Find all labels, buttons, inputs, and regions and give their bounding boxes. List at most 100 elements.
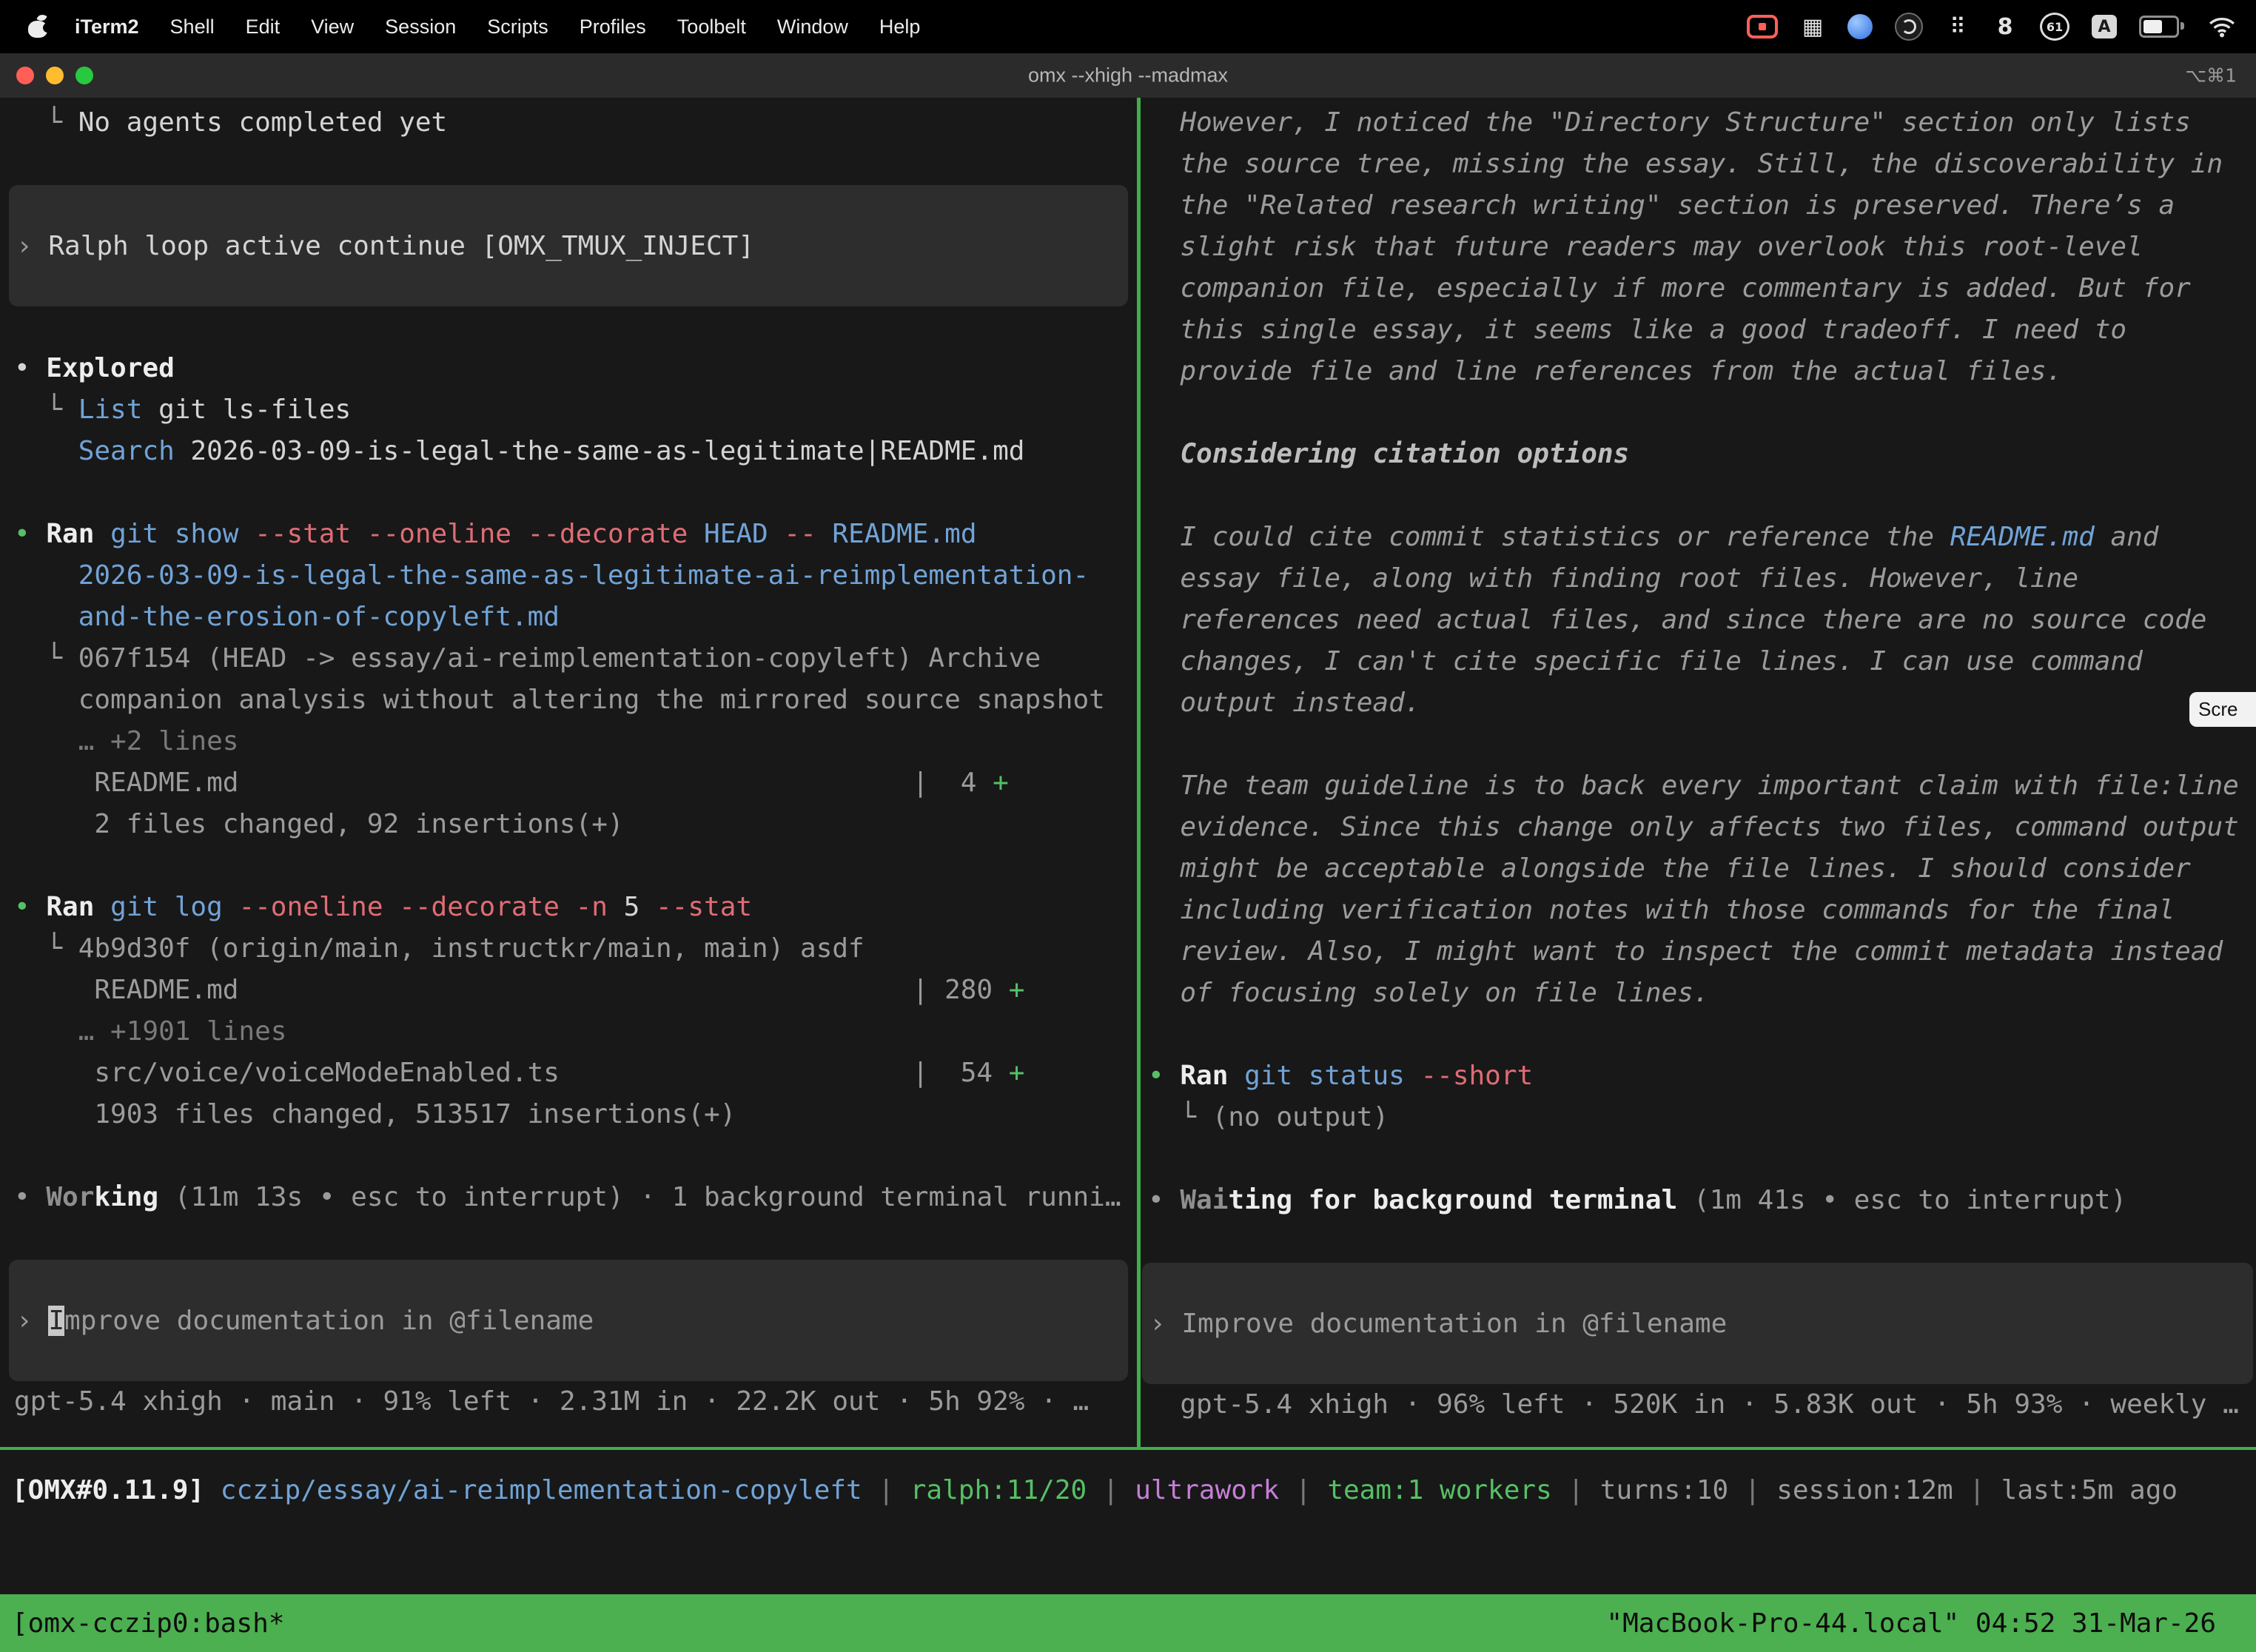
terminal-line: the "Related research writing" section i… [1141, 185, 2256, 226]
dark-app-icon[interactable] [1895, 13, 1923, 41]
wifi-icon[interactable] [2207, 10, 2237, 43]
desktop: iTerm2ShellEditViewSessionScriptsProfile… [0, 0, 2256, 1652]
badge-61-icon[interactable]: 61 [2040, 13, 2069, 41]
text-run: and [2095, 522, 2159, 552]
window-title: omx --xhigh --madmax [1028, 64, 1228, 87]
menu-item-window[interactable]: Window [762, 16, 864, 38]
text-run: Explored [46, 353, 174, 383]
prompt-input[interactable]: › Improve documentation in @filename [9, 1260, 1128, 1381]
text-run: --stat [656, 892, 752, 922]
text-run: companion file, especially if more comme… [1148, 273, 2191, 303]
text-run: 1903 files changed, 513517 insertions(+) [14, 1099, 736, 1129]
app-menus: iTerm2ShellEditViewSessionScriptsProfile… [59, 16, 936, 38]
terminal-line: Search 2026-03-09-is-legal-the-same-as-l… [0, 431, 1137, 472]
terminal-line [1141, 475, 2256, 517]
terminal-line: gpt-5.4 xhigh · 96% left · 520K in · 5.8… [1141, 1384, 2256, 1426]
menu-item-scripts[interactable]: Scripts [471, 16, 564, 38]
text-run: + [1009, 975, 1025, 1005]
right-pane[interactable]: However, I noticed the "Directory Struct… [1141, 98, 2256, 1447]
text-run: 2 files changed, 92 insertions(+) [14, 809, 624, 839]
text-run: Improve documentation in @filename [1181, 1309, 1727, 1339]
terminal-line: companion analysis without altering the … [0, 679, 1137, 721]
text-run: git status [1244, 1061, 1420, 1091]
text-run: companion analysis without altering the … [14, 685, 1105, 715]
terminal-line: including verification notes with those … [1141, 890, 2256, 931]
terminal-line [1141, 392, 2256, 434]
text-run: git show [110, 519, 255, 549]
text-run: └ [14, 933, 78, 964]
text-run: › [16, 231, 48, 261]
battery-icon[interactable] [2139, 16, 2179, 38]
text-run: README.md [832, 519, 976, 549]
menu-item-toolbelt[interactable]: Toolbelt [662, 16, 762, 38]
terminal-line: • Ran git show --stat --oneline --decora… [0, 514, 1137, 555]
menu-item-shell[interactable]: Shell [155, 16, 230, 38]
terminal-line: I could cite commit statistics or refere… [1141, 517, 2256, 558]
menu-item-help[interactable]: Help [864, 16, 936, 38]
text-run: › [1149, 1309, 1181, 1339]
terminal-line [0, 472, 1137, 514]
text-run: king [94, 1182, 158, 1212]
menu-item-session[interactable]: Session [369, 16, 471, 38]
terminal-line: └ List git ls-files [0, 389, 1137, 431]
terminal-line [1141, 724, 2256, 765]
text-run: --stat --oneline --decorate [255, 519, 704, 549]
text-run: -- [784, 519, 832, 549]
minimize-button[interactable] [46, 67, 64, 84]
text-run: output instead. [1148, 688, 1420, 718]
zoom-button[interactable] [75, 67, 93, 84]
input-source-icon[interactable]: A [2092, 15, 2117, 38]
terminal-line: └ No agents completed yet [0, 102, 1137, 144]
prompt-input[interactable]: › Improve documentation in @filename [1142, 1263, 2253, 1384]
menu-item-edit[interactable]: Edit [230, 16, 296, 38]
text-run: mprove documentation in @filename [64, 1306, 594, 1336]
text-run: Wai [1180, 1185, 1228, 1215]
monogram-icon[interactable]: 8 [1993, 10, 2018, 43]
text-run: Ran [1180, 1061, 1244, 1091]
terminal-line: of focusing solely on file lines. [1141, 973, 2256, 1014]
terminal-line: this single essay, it seems like a good … [1141, 309, 2256, 351]
record-icon[interactable] [1747, 15, 1778, 38]
text-run: | [1279, 1475, 1327, 1505]
terminal-line: and-the-erosion-of-copyleft.md [0, 597, 1137, 638]
terminal-line: essay file, along with finding root file… [1141, 558, 2256, 600]
terminal-line: └ 4b9d30f (origin/main, instructkr/main,… [0, 928, 1137, 970]
text-run: --short [1420, 1061, 1533, 1091]
blue-app-icon[interactable] [1847, 14, 1873, 39]
terminal-line: references need actual files, and since … [1141, 600, 2256, 641]
apple-menu-icon[interactable] [28, 15, 47, 38]
terminal-line: might be acceptable alongside the file l… [1141, 848, 2256, 890]
terminal-line: provide file and line references from th… [1141, 351, 2256, 392]
grid-app-icon[interactable]: ▦ [1800, 10, 1825, 43]
close-button[interactable] [16, 67, 34, 84]
text-run: HEAD [704, 519, 784, 549]
dots-grid-icon[interactable]: ⠿ [1945, 10, 1970, 43]
tmux-host-clock: "MacBook-Pro-44.local" 04:52 31-Mar-26 [1606, 1608, 2216, 1639]
menu-item-profiles[interactable]: Profiles [564, 16, 662, 38]
terminal-line: However, I noticed the "Directory Struct… [1141, 102, 2256, 144]
menu-item-iterm2[interactable]: iTerm2 [59, 16, 155, 38]
window-title-bar[interactable]: omx --xhigh --madmax ⌥⌘1 [0, 53, 2256, 99]
text-run: (1m 41s • esc to interrupt) [1677, 1185, 2126, 1215]
text-run: • [14, 892, 46, 922]
text-run: the "Related research writing" section i… [1148, 190, 2175, 221]
screen-share-tooltip[interactable]: Scre [2189, 692, 2256, 727]
text-run: However, I noticed the "Directory Struct… [1148, 107, 2191, 138]
terminal-line: README.md | 4 + [0, 762, 1137, 804]
text-run: | [1552, 1475, 1600, 1505]
left-pane[interactable]: └ No agents completed yet› Ralph loop ac… [0, 98, 1137, 1447]
terminal-line: Considering citation options [1141, 434, 2256, 475]
text-run: might be acceptable alongside the file l… [1148, 853, 2191, 884]
terminal-line: src/voice/voiceModeEnabled.ts | 54 + [0, 1052, 1137, 1094]
text-run: | [1953, 1475, 2001, 1505]
menu-bar-status-icons: ▦ ⠿ 8 61 A [1747, 10, 2256, 43]
terminal-line [0, 144, 1137, 185]
text-run: README.md | 4 [14, 768, 993, 798]
text-run: 067f154 (HEAD -> essay/ai-reimplementati… [78, 643, 1041, 674]
text-run: No agents completed yet [78, 107, 448, 138]
text-run: ting for background terminal [1228, 1185, 1677, 1215]
menu-item-view[interactable]: View [295, 16, 369, 38]
terminal-line: └ (no output) [1141, 1097, 2256, 1138]
text-run: this single essay, it seems like a good … [1148, 315, 2126, 345]
terminal-line: … +2 lines [0, 721, 1137, 762]
